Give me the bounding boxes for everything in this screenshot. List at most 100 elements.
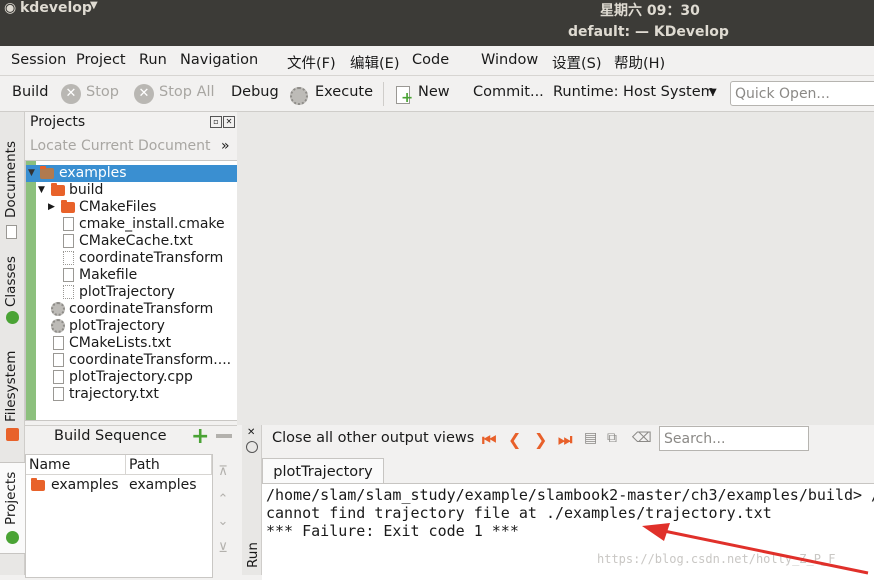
- build-sequence-table: Name Path examples examples: [25, 454, 213, 578]
- next-item-icon[interactable]: ❯: [534, 430, 547, 449]
- tree-item-coordinate-cpp[interactable]: coordinateTransform....: [26, 352, 237, 369]
- menu-project[interactable]: Project: [76, 52, 126, 68]
- tab-classes[interactable]: Classes: [0, 247, 25, 327]
- menu-run[interactable]: Run: [139, 52, 167, 68]
- close-panel-icon[interactable]: ✕: [223, 116, 235, 128]
- move-up-icon[interactable]: ⌃: [215, 492, 231, 507]
- expand-arrow-icon[interactable]: ▼: [38, 182, 45, 199]
- clear-icon[interactable]: ⌫: [632, 430, 652, 446]
- tree-item-label: plotTrajectory: [69, 318, 165, 334]
- move-bottom-icon[interactable]: ⊻: [215, 541, 231, 556]
- runtime-select[interactable]: Runtime: Host System: [553, 84, 715, 100]
- close-icon[interactable]: ✕: [247, 427, 255, 438]
- first-item-icon[interactable]: ⏮: [482, 430, 496, 450]
- close-all-other-views-button[interactable]: Close all other output views: [272, 430, 474, 446]
- file-icon: [53, 387, 64, 401]
- menu-session[interactable]: Session: [11, 52, 66, 68]
- menu-edit[interactable]: 编辑(E): [350, 52, 399, 73]
- tree-item-label: coordinateTransform: [69, 301, 214, 317]
- build-button[interactable]: Build: [12, 84, 48, 100]
- folder-icon: [40, 166, 54, 179]
- tab-plottrajectory[interactable]: plotTrajectory: [262, 458, 384, 485]
- tree-item-cmakelists[interactable]: CMakeLists.txt: [26, 335, 237, 352]
- menu-file[interactable]: 文件(F): [287, 52, 336, 73]
- collapse-arrow-icon[interactable]: ▶: [48, 199, 55, 216]
- select-activated-icon[interactable]: ▤: [584, 430, 597, 446]
- execute-button[interactable]: Execute: [315, 84, 373, 100]
- file-icon: [63, 268, 74, 282]
- column-header-name[interactable]: Name: [26, 455, 126, 475]
- tree-item-coordinate-target[interactable]: coordinateTransform: [26, 301, 237, 318]
- float-panel-icon[interactable]: ▫: [210, 116, 222, 128]
- tab-documents-label: Documents: [3, 141, 19, 218]
- tree-item-build[interactable]: ▼ build: [26, 182, 237, 199]
- editor-area: [237, 112, 874, 425]
- menu-navigation[interactable]: Navigation: [180, 52, 258, 68]
- tree-item-label: cmake_install.cmake: [79, 216, 225, 232]
- tab-filesystem[interactable]: Filesystem: [0, 340, 25, 445]
- tree-item-label: build: [69, 182, 104, 198]
- tree-item-trajectory-txt[interactable]: trajectory.txt: [26, 386, 237, 403]
- stop-button[interactable]: Stop: [86, 84, 119, 100]
- tab-projects-label: Projects: [3, 471, 19, 525]
- remove-icon[interactable]: [216, 434, 232, 438]
- expand-arrow-icon[interactable]: ▼: [28, 165, 35, 182]
- execute-icon: [290, 87, 308, 105]
- projects-icon: [6, 531, 19, 544]
- stop-all-button[interactable]: Stop All: [159, 84, 215, 100]
- tree-item-label: CMakeCache.txt: [79, 233, 193, 249]
- tree-item-cmakecache[interactable]: CMakeCache.txt: [26, 233, 237, 250]
- previous-item-icon[interactable]: ❮: [508, 430, 521, 449]
- app-logo-icon: ◉: [4, 0, 17, 16]
- gear-icon: [51, 302, 65, 316]
- menu-window[interactable]: Window: [481, 52, 538, 68]
- tree-item-coordinate-exec[interactable]: coordinateTransform: [26, 250, 237, 267]
- tree-item-plottrajectory-exec[interactable]: plotTrajectory: [26, 284, 237, 301]
- last-item-icon[interactable]: ⏭: [558, 430, 572, 450]
- tab-projects[interactable]: Projects: [0, 462, 26, 554]
- app-menu[interactable]: kdevelop: [20, 0, 92, 16]
- more-icon[interactable]: »: [221, 138, 230, 154]
- gear-icon: [51, 319, 65, 333]
- tab-run[interactable]: Run: [245, 542, 261, 568]
- commit-button[interactable]: Commit...: [473, 84, 544, 100]
- float-panel-icon[interactable]: [246, 441, 258, 453]
- projects-panel: Projects ▫ ✕ Locate Current Document » ▼…: [25, 112, 238, 421]
- move-down-icon[interactable]: ⌄: [215, 514, 231, 529]
- classes-icon: [6, 311, 19, 324]
- clock: 星期六 09：30: [600, 3, 700, 19]
- menu-code[interactable]: Code: [412, 52, 449, 68]
- folder-icon: [51, 183, 65, 196]
- menu-settings[interactable]: 设置(S): [552, 52, 602, 73]
- tree-item-makefile[interactable]: Makefile: [26, 267, 237, 284]
- quick-open-input[interactable]: [730, 81, 874, 106]
- build-sequence-panel: Build Sequence + Name Path examples exam…: [25, 424, 237, 578]
- debug-button[interactable]: Debug: [231, 84, 279, 100]
- project-tree: ▼ examples ▼ build ▶ CMakeFiles cmake_in…: [25, 160, 238, 421]
- copy-icon[interactable]: ⧉: [607, 430, 617, 446]
- file-icon: [53, 336, 64, 350]
- run-tab-strip: ✕ Run: [242, 425, 262, 575]
- tree-item-label: coordinateTransform....: [69, 352, 232, 368]
- output-line: /home/slam/slam_study/example/slambook2-…: [266, 486, 874, 504]
- locate-current-document-button[interactable]: Locate Current Document: [30, 138, 225, 160]
- move-top-icon[interactable]: ⊼: [215, 464, 231, 479]
- tree-item-cmakefiles[interactable]: ▶ CMakeFiles: [26, 199, 237, 216]
- run-output-panel: Close all other output views ⏮ ❮ ❯ ⏭ ▤ ⧉…: [262, 425, 874, 580]
- add-icon[interactable]: +: [191, 424, 209, 449]
- tree-item-cmake-install[interactable]: cmake_install.cmake: [26, 216, 237, 233]
- menu-help[interactable]: 帮助(H): [614, 52, 665, 73]
- tree-item-plottrajectory-cpp[interactable]: plotTrajectory.cpp: [26, 369, 237, 386]
- table-row[interactable]: examples examples: [26, 477, 210, 494]
- column-header-path[interactable]: Path: [126, 455, 212, 475]
- tree-item-label: plotTrajectory.cpp: [69, 369, 193, 385]
- menu-bar: Session Project Run Navigation 文件(F) 编辑(…: [0, 46, 874, 76]
- file-icon: [53, 370, 64, 384]
- tree-item-label: plotTrajectory: [79, 284, 175, 300]
- tab-documents[interactable]: Documents: [0, 122, 25, 242]
- tree-item-examples[interactable]: ▼ examples: [26, 165, 237, 182]
- new-button[interactable]: New: [418, 84, 450, 100]
- output-search-input[interactable]: [659, 426, 809, 451]
- tree-item-plottrajectory-target[interactable]: plotTrajectory: [26, 318, 237, 335]
- title-bar: ◉ kdevelop ▼ 星期六 09：30 default: — KDevel…: [0, 0, 874, 46]
